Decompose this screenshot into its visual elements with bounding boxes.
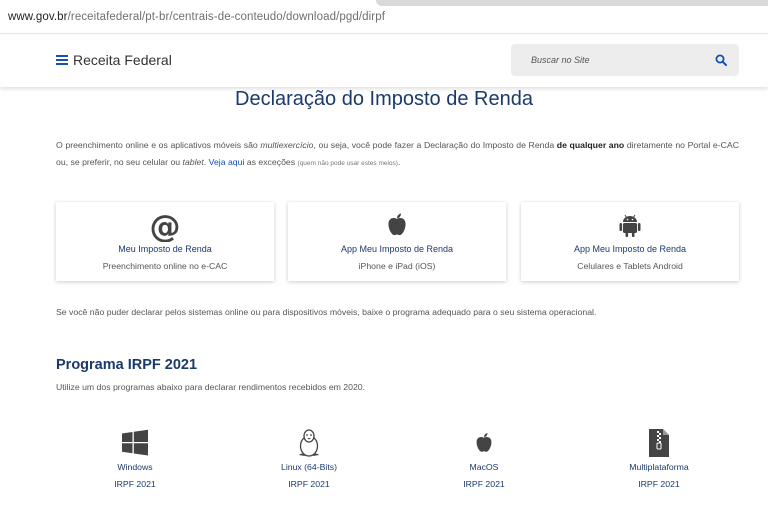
browser-chrome-edge bbox=[376, 0, 768, 6]
address-bar[interactable]: www.gov.br/receitafederal/pt-br/centrais… bbox=[0, 0, 768, 34]
section-subtitle: Utilize um dos programas abaixo para dec… bbox=[56, 382, 366, 392]
intro-note: (quem não pode usar estes meios) bbox=[297, 160, 398, 167]
apple-icon bbox=[388, 213, 406, 236]
program-version: IRPF 2021 bbox=[638, 479, 680, 489]
hamburger-menu-icon[interactable] bbox=[56, 55, 68, 65]
program-label: Linux (64-Bits) bbox=[280, 462, 337, 472]
site-header: Receita Federal bbox=[0, 35, 768, 87]
card-app-ios[interactable]: App Meu Imposto de Renda iPhone e iPad (… bbox=[288, 202, 506, 281]
intro-emphasis: multiexercício bbox=[260, 140, 314, 150]
page-title: Declaração do Imposto de Renda bbox=[235, 88, 533, 110]
program-multiplataforma[interactable]: Multiplataforma IRPF 2021 bbox=[604, 428, 714, 489]
program-version: IRPF 2021 bbox=[114, 479, 156, 489]
intro-text: as exceções bbox=[244, 157, 298, 167]
program-windows[interactable]: Windows IRPF 2021 bbox=[80, 428, 190, 489]
linux-icon bbox=[299, 429, 319, 457]
card-subtitle: iPhone e iPad (iOS) bbox=[358, 261, 436, 271]
download-note: Se você não puder declarar pelos sistema… bbox=[56, 307, 597, 317]
svg-text:@: @ bbox=[150, 210, 181, 242]
url-path: /receitafederal/pt-br/centrais-de-conteu… bbox=[67, 11, 386, 23]
card-title: Meu Imposto de Renda bbox=[118, 244, 212, 254]
at-icon: @ bbox=[150, 210, 181, 242]
site-title[interactable]: Receita Federal bbox=[73, 52, 172, 68]
url-text[interactable]: www.gov.br/receitafederal/pt-br/centrais… bbox=[8, 11, 385, 23]
program-linux[interactable]: Linux (64-Bits) IRPF 2021 bbox=[254, 428, 364, 489]
card-subtitle: Celulares e Tablets Android bbox=[577, 261, 683, 271]
program-version: IRPF 2021 bbox=[463, 479, 505, 489]
intro-text: O preenchimento online e os aplicativos … bbox=[56, 140, 261, 150]
search-input[interactable] bbox=[511, 44, 711, 76]
intro-text: . bbox=[397, 157, 401, 167]
program-label: Multiplataforma bbox=[629, 462, 689, 472]
card-title: App Meu Imposto de Renda bbox=[573, 244, 687, 254]
card-subtitle: Preenchimento online no e-CAC bbox=[102, 261, 228, 271]
android-icon bbox=[619, 214, 641, 237]
card-title: App Meu Imposto de Renda bbox=[340, 244, 454, 254]
intro-paragraph: O preenchimento online e os aplicativos … bbox=[56, 137, 739, 172]
exceptions-link[interactable]: Veja aqui bbox=[209, 157, 245, 167]
search-box bbox=[511, 44, 739, 76]
apple-icon bbox=[476, 433, 492, 452]
program-label: MacOS bbox=[469, 462, 499, 472]
intro-text: , ou seja, você pode fazer a Declaração … bbox=[313, 140, 557, 150]
intro-emphasis: tablet bbox=[182, 157, 204, 167]
url-host: www.gov.br bbox=[8, 11, 68, 23]
program-version: IRPF 2021 bbox=[288, 479, 330, 489]
zip-file-icon bbox=[649, 429, 669, 457]
intro-strong: de qualquer ano bbox=[556, 140, 625, 150]
windows-icon bbox=[122, 429, 148, 456]
section-title: Programa IRPF 2021 bbox=[56, 357, 198, 373]
program-macos[interactable]: MacOS IRPF 2021 bbox=[429, 428, 539, 489]
search-icon[interactable] bbox=[715, 54, 727, 66]
card-app-android[interactable]: App Meu Imposto de Renda Celulares e Tab… bbox=[521, 202, 739, 281]
card-meu-imposto-ecac[interactable]: @ Meu Imposto de Renda Preenchimento onl… bbox=[56, 202, 274, 281]
program-label: Windows bbox=[117, 462, 153, 472]
